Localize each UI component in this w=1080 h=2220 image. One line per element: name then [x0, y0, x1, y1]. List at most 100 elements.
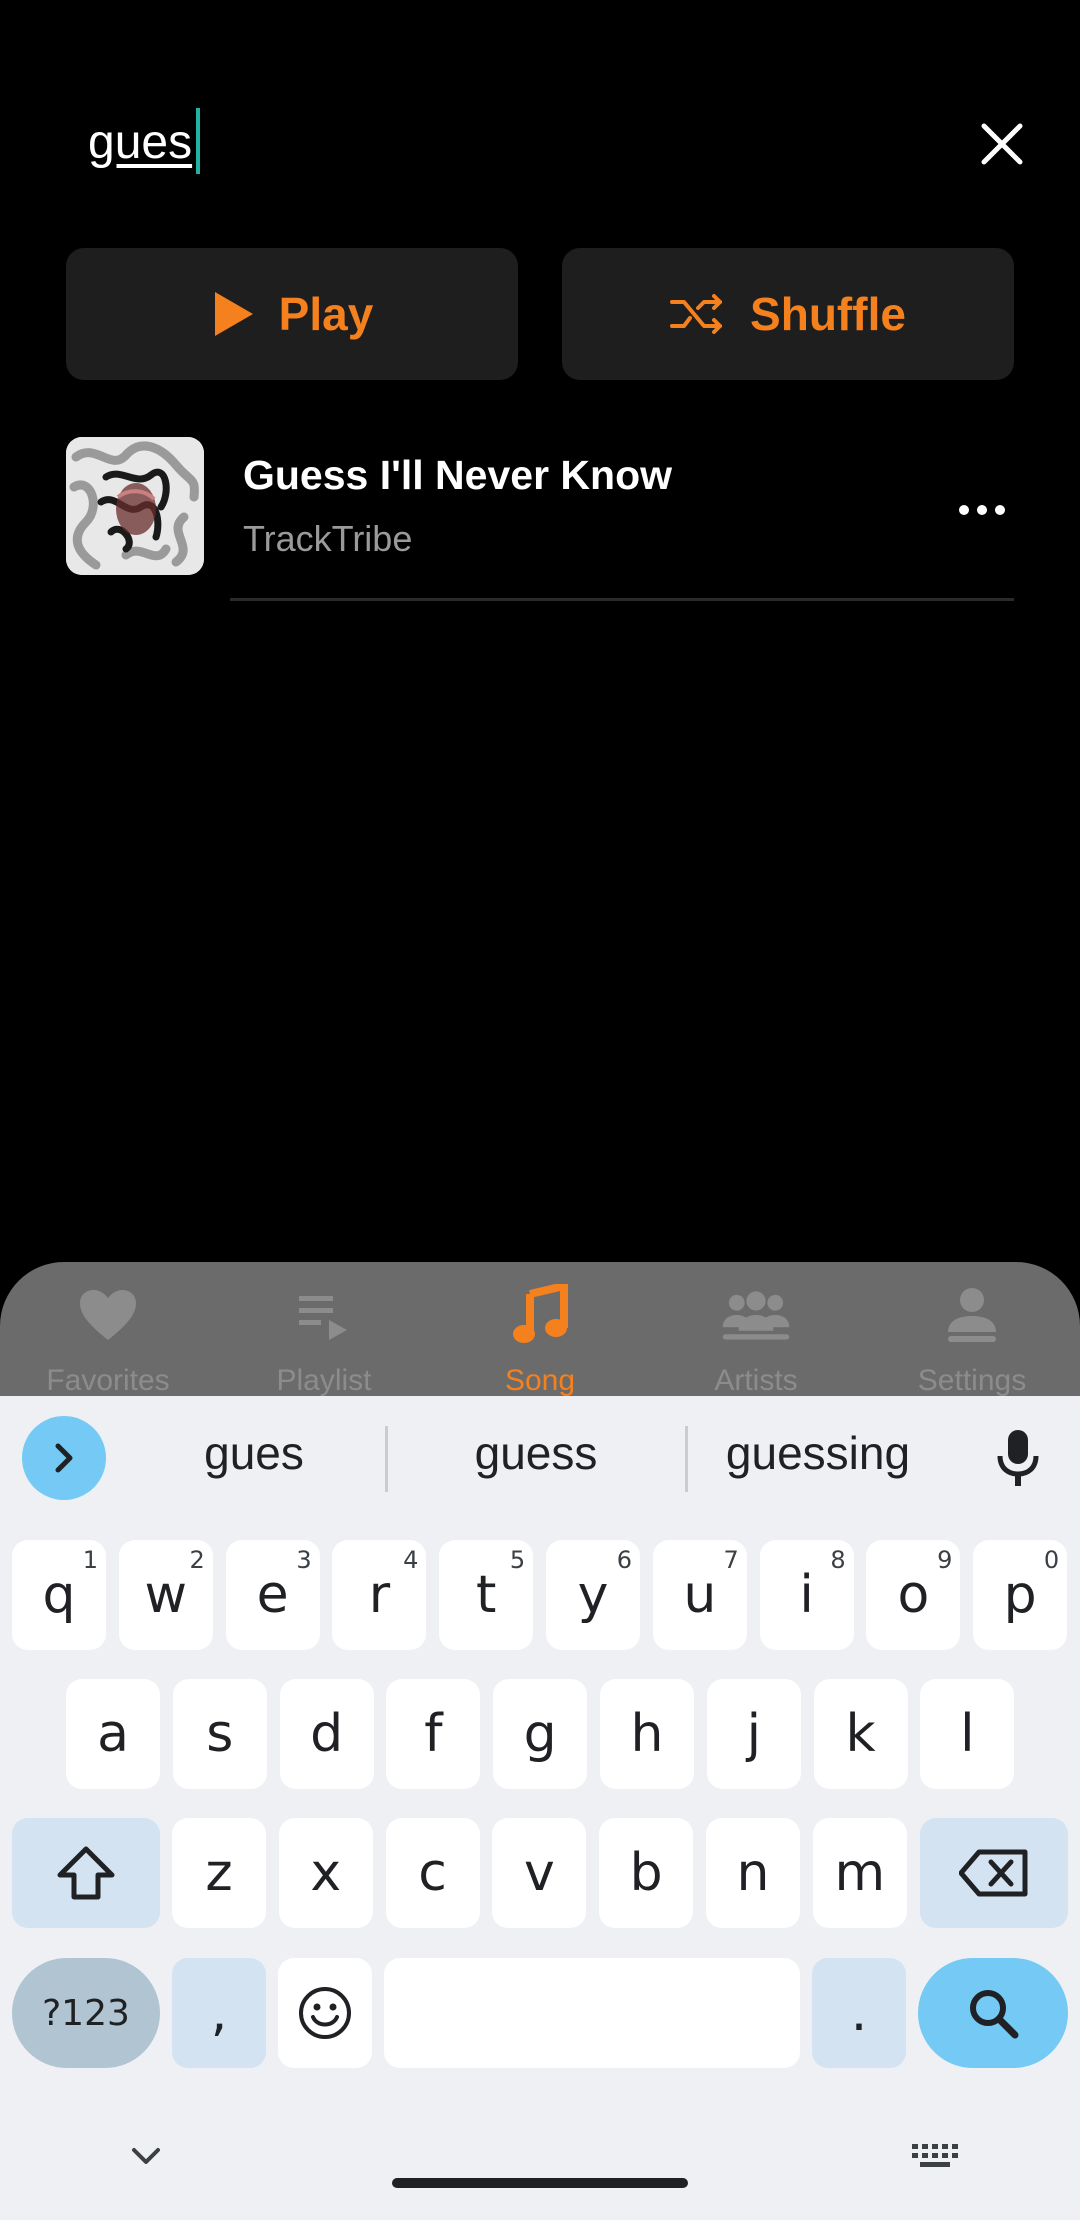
search-input[interactable]: gues: [88, 108, 192, 178]
key-v[interactable]: v: [492, 1818, 587, 1928]
dot: [959, 505, 969, 515]
playlist-icon: [299, 1296, 347, 1340]
key-w[interactable]: w2: [118, 1540, 213, 1650]
nav-item-favorites[interactable]: Favorites: [8, 1282, 208, 1402]
key-hint: 5: [509, 1546, 526, 1574]
key-n[interactable]: n: [706, 1818, 800, 1928]
key-q[interactable]: q1: [12, 1540, 106, 1650]
key-r[interactable]: r4: [332, 1540, 427, 1650]
key-f[interactable]: f: [386, 1679, 481, 1789]
dot: [977, 505, 987, 515]
play-label: Play: [278, 288, 374, 340]
key-s[interactable]: s: [172, 1679, 267, 1789]
text-cursor: [196, 108, 200, 174]
keyboard-icon: [912, 2144, 958, 2167]
keyboard-nav-bar: [0, 2096, 1080, 2220]
song-artist: TrackTribe: [243, 518, 413, 559]
suggestion-2[interactable]: guess: [406, 1426, 666, 1480]
nav-label: Settings: [917, 1364, 1027, 1397]
key-label: p: [1003, 1565, 1037, 1625]
play-icon: [214, 292, 253, 336]
key-hint: 1: [82, 1546, 98, 1574]
emoji-key[interactable]: [278, 1958, 372, 2068]
key-label: r: [368, 1565, 391, 1625]
song-title: Guess I'll Never Know: [243, 452, 672, 498]
expand-toolbar-button[interactable]: [22, 1416, 106, 1500]
search-key[interactable]: [918, 1958, 1068, 2068]
chevron-down-icon: [132, 2148, 160, 2164]
key-e[interactable]: e3: [225, 1540, 320, 1650]
suggestion-3[interactable]: guessing: [688, 1426, 948, 1480]
shuffle-icon: [670, 294, 723, 334]
key-i[interactable]: i8: [759, 1540, 854, 1650]
dot: [995, 505, 1005, 515]
key-hint: 0: [1043, 1546, 1060, 1574]
shift-key[interactable]: [12, 1818, 160, 1928]
key-y[interactable]: y6: [546, 1540, 640, 1650]
key-l[interactable]: l: [920, 1679, 1015, 1789]
nav-label: Song: [504, 1364, 576, 1397]
play-button[interactable]: Play: [66, 248, 518, 380]
key-j[interactable]: j: [706, 1679, 801, 1789]
emoji-icon: [299, 1987, 351, 2039]
key-hint: 3: [296, 1546, 312, 1574]
nav-item-song[interactable]: Song: [440, 1282, 640, 1402]
key-d[interactable]: d: [279, 1679, 374, 1789]
key-label: i: [799, 1565, 814, 1625]
symbols-key[interactable]: ?123: [12, 1958, 160, 2068]
key-z[interactable]: z: [172, 1818, 266, 1928]
shuffle-button[interactable]: Shuffle: [562, 248, 1014, 380]
shift-icon: [57, 1846, 115, 1900]
search-bar: gues: [0, 0, 1080, 230]
key-hint: 8: [830, 1546, 846, 1574]
key-u[interactable]: u7: [652, 1540, 747, 1650]
key-label: q: [42, 1565, 76, 1625]
key-c[interactable]: c: [385, 1818, 480, 1928]
divider: [230, 598, 1014, 601]
nav-label: Artists: [714, 1364, 798, 1397]
microphone-icon: [997, 1430, 1039, 1486]
song-list-item[interactable]: Guess I'll Never Know TrackTribe: [0, 430, 1080, 602]
key-h[interactable]: h: [600, 1679, 694, 1789]
comma-key[interactable]: ,: [172, 1958, 266, 2068]
chevron-right-icon: [55, 1443, 73, 1473]
key-label: y: [577, 1565, 609, 1625]
key-a[interactable]: a: [66, 1679, 160, 1789]
key-t[interactable]: t5: [439, 1540, 534, 1650]
key-label: e: [256, 1565, 289, 1625]
shuffle-label: Shuffle: [750, 288, 906, 340]
backspace-icon: [959, 1849, 1028, 1897]
divider: [385, 1426, 388, 1492]
person-icon: [948, 1288, 996, 1342]
key-b[interactable]: b: [599, 1818, 694, 1928]
key-hint: 9: [937, 1546, 953, 1574]
key-label: w: [144, 1565, 188, 1625]
key-k[interactable]: k: [813, 1679, 908, 1789]
search-icon: [970, 1990, 1019, 2039]
nav-item-settings[interactable]: Settings: [872, 1282, 1072, 1402]
key-g[interactable]: g: [493, 1679, 588, 1789]
backspace-key[interactable]: [920, 1818, 1068, 1928]
key-p[interactable]: p0: [973, 1540, 1068, 1650]
switch-keyboard-button[interactable]: [906, 2132, 966, 2182]
space-key[interactable]: [384, 1958, 800, 2068]
close-search-button[interactable]: [966, 108, 1038, 180]
key-o[interactable]: o9: [866, 1540, 961, 1650]
more-options-button[interactable]: [946, 474, 1018, 546]
key-label: u: [683, 1565, 717, 1625]
nav-item-playlist[interactable]: Playlist: [224, 1282, 424, 1402]
period-key[interactable]: .: [812, 1958, 906, 2068]
music-note-icon: [513, 1284, 568, 1343]
voice-input-button[interactable]: [982, 1422, 1054, 1494]
nav-label: Favorites: [46, 1364, 170, 1397]
on-screen-keyboard: gues guess guessing q1w2e3r4t5y6u7i8o9p0…: [0, 1396, 1080, 2220]
group-icon: [722, 1291, 790, 1340]
hide-keyboard-button[interactable]: [116, 2132, 176, 2182]
nav-label: Playlist: [276, 1364, 372, 1397]
home-indicator[interactable]: [392, 2178, 688, 2188]
key-x[interactable]: x: [278, 1818, 373, 1928]
nav-item-artists[interactable]: Artists: [656, 1282, 856, 1402]
key-m[interactable]: m: [812, 1818, 907, 1928]
heart-icon: [80, 1290, 136, 1340]
suggestion-1[interactable]: gues: [124, 1426, 384, 1480]
